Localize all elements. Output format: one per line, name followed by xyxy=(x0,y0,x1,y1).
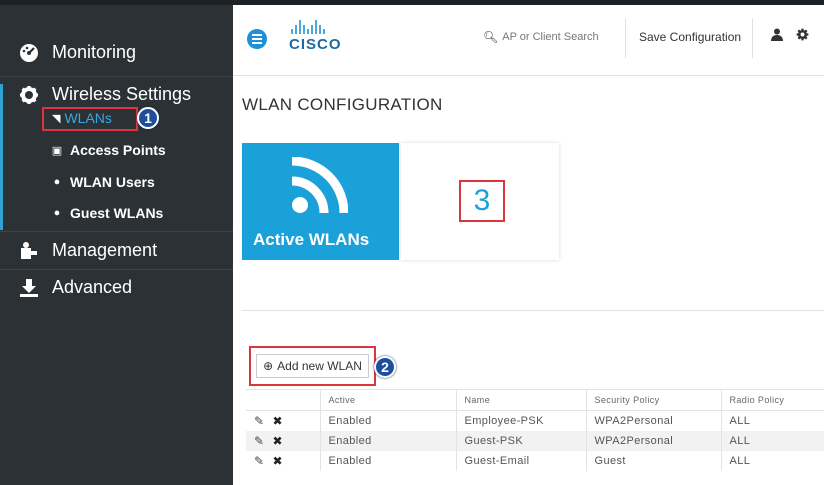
header-top-strip xyxy=(233,0,824,5)
sidebar-item-guest-wlans[interactable]: ● Guest WLANs xyxy=(50,205,164,221)
table-row[interactable]: ✎ ✖ Enabled Employee-PSK WPA2Personal ALL xyxy=(246,410,824,431)
sidebar-item-label: Monitoring xyxy=(52,42,137,62)
sidebar-item-label: Wireless Settings xyxy=(52,84,192,104)
sidebar-item-label: Management xyxy=(52,240,158,260)
menu-toggle-button[interactable] xyxy=(247,29,267,49)
cell-radio-policy: ALL xyxy=(720,430,824,451)
cell-active: Enabled xyxy=(319,450,456,471)
column-header-active[interactable]: Active xyxy=(319,389,456,411)
top-header: CISCO 🔍︎ AP or Client Search Save Config… xyxy=(233,0,824,76)
user-icon[interactable] xyxy=(771,28,783,44)
table-row[interactable]: ✎ ✖ Enabled Guest-PSK WPA2Personal ALL xyxy=(246,430,824,451)
search-icon: 🔍︎ xyxy=(483,30,499,44)
table-row[interactable]: ✎ ✖ Enabled Guest-Email Guest ALL xyxy=(246,450,824,471)
users-icon: ● xyxy=(53,207,61,219)
divider xyxy=(0,231,233,232)
cell-security-policy: WPA2Personal xyxy=(585,430,721,451)
sidebar-item-wlans[interactable]: ◥ WLANs xyxy=(52,110,112,126)
row-actions: ✎ ✖ xyxy=(246,411,320,431)
cell-name: Guest-Email xyxy=(455,450,586,471)
sidebar-item-label: Advanced xyxy=(52,277,133,297)
gear-icon[interactable] xyxy=(796,28,809,44)
edit-icon[interactable]: ✎ xyxy=(254,414,264,428)
cell-security-policy: WPA2Personal xyxy=(585,410,721,431)
active-section-indicator xyxy=(0,84,3,230)
delete-icon[interactable]: ✖ xyxy=(272,434,282,448)
sidebar: Monitoring Wireless Settings ◥ WLANs 1 ▣… xyxy=(0,0,233,485)
access-point-icon: ▣ xyxy=(51,144,63,157)
active-wlans-tile[interactable]: Active WLANs xyxy=(242,143,399,260)
divider xyxy=(0,76,233,77)
sidebar-item-label: Access Points xyxy=(70,142,166,158)
table-header-row: Active Name Security Policy Radio Policy xyxy=(246,389,824,411)
cisco-logo-bars xyxy=(289,18,343,34)
sidebar-item-management[interactable]: Management xyxy=(18,240,157,261)
sidebar-item-monitoring[interactable]: Monitoring xyxy=(18,42,136,63)
plus-circle-icon: ⊕ xyxy=(263,359,274,373)
sidebar-top-strip xyxy=(0,0,233,5)
delete-icon[interactable]: ✖ xyxy=(272,414,282,428)
column-header-security-policy[interactable]: Security Policy xyxy=(585,389,721,411)
cisco-logo-text: CISCO xyxy=(289,36,342,53)
divider xyxy=(242,310,824,311)
cisco-logo: CISCO xyxy=(289,18,343,58)
row-actions: ✎ ✖ xyxy=(246,430,320,451)
tile-label: Active WLANs xyxy=(253,230,370,249)
step-badge-1: 1 xyxy=(137,107,159,129)
cell-radio-policy: ALL xyxy=(720,450,824,471)
cell-security-policy: Guest xyxy=(585,450,721,471)
users-icon: ● xyxy=(53,176,61,188)
cell-radio-policy: ALL xyxy=(720,410,824,431)
column-header-name[interactable]: Name xyxy=(455,389,586,411)
edit-icon[interactable]: ✎ xyxy=(254,454,264,468)
cell-name: Employee-PSK xyxy=(455,410,586,431)
sidebar-item-access-points[interactable]: ▣ Access Points xyxy=(50,142,166,158)
active-wlans-count: 3 xyxy=(459,180,505,222)
edit-icon[interactable]: ✎ xyxy=(254,434,264,448)
management-icon xyxy=(18,241,40,261)
divider xyxy=(625,18,626,58)
sidebar-item-label: WLANs xyxy=(64,110,112,126)
divider xyxy=(752,18,753,58)
page-title: WLAN CONFIGURATION xyxy=(242,95,443,114)
save-configuration-button[interactable]: Save Configuration xyxy=(639,30,741,44)
sidebar-item-label: WLAN Users xyxy=(70,174,155,190)
step-badge-2: 2 xyxy=(374,356,396,378)
sidebar-item-wireless-settings[interactable]: Wireless Settings xyxy=(18,84,191,105)
download-icon xyxy=(18,278,40,298)
add-button-label: Add new WLAN xyxy=(277,359,362,373)
cell-active: Enabled xyxy=(319,410,456,431)
divider xyxy=(0,269,233,270)
cell-name: Guest-PSK xyxy=(455,430,586,451)
sidebar-item-wlan-users[interactable]: ● WLAN Users xyxy=(50,174,155,190)
row-actions: ✎ ✖ xyxy=(246,451,320,471)
sidebar-item-label: Guest WLANs xyxy=(70,205,164,221)
wifi-icon xyxy=(291,157,348,214)
column-header-radio-policy[interactable]: Radio Policy xyxy=(720,389,824,411)
wlan-table: Active Name Security Policy Radio Policy… xyxy=(246,389,824,471)
gear-icon xyxy=(18,85,40,105)
search-input[interactable]: 🔍︎ AP or Client Search xyxy=(483,30,599,44)
delete-icon[interactable]: ✖ xyxy=(272,454,282,468)
add-new-wlan-button[interactable]: ⊕ Add new WLAN xyxy=(256,354,369,378)
cell-active: Enabled xyxy=(319,430,456,451)
wifi-icon: ◥ xyxy=(52,112,61,125)
column-header-actions xyxy=(246,389,320,411)
search-placeholder: AP or Client Search xyxy=(502,31,599,43)
sidebar-item-advanced[interactable]: Advanced xyxy=(18,277,132,298)
dashboard-icon xyxy=(18,43,40,63)
